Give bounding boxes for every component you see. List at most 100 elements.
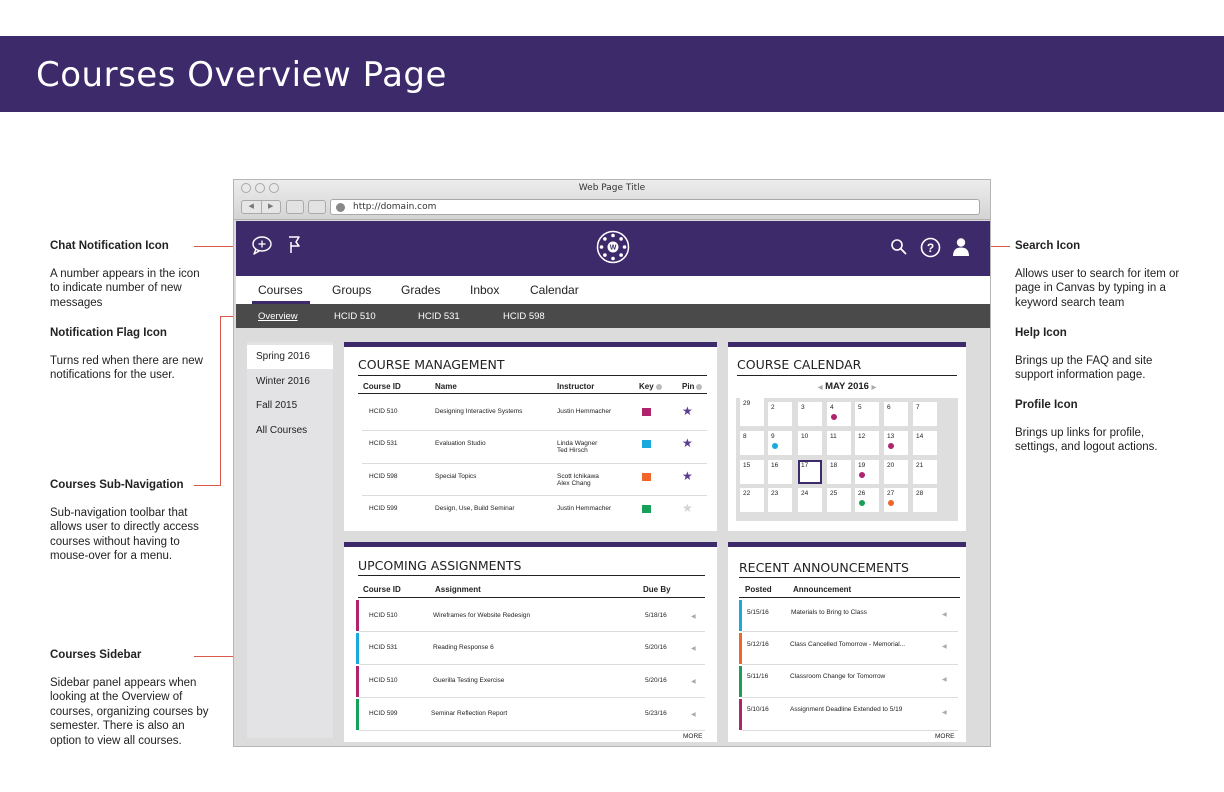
calendar-day[interactable]: 13: [884, 431, 908, 455]
subnav-hcid-598[interactable]: HCID 598: [503, 311, 545, 322]
calendar-day[interactable]: 27: [884, 488, 908, 512]
assignments-more-link[interactable]: MORE: [683, 733, 703, 740]
calendar-event-dot[interactable]: [831, 414, 837, 420]
calendar-day[interactable]: 10: [798, 431, 822, 455]
an-row3-text[interactable]: Classroom Change for Tomorrow: [790, 673, 885, 681]
calendar-day[interactable]: 23: [768, 488, 792, 512]
calendar-day[interactable]: 29: [740, 398, 764, 422]
caret-left-icon[interactable]: ◀: [942, 676, 947, 683]
assignment-row2-color-bar: [356, 633, 359, 664]
tab-inbox[interactable]: Inbox: [470, 283, 499, 297]
calendar-day-today[interactable]: 17: [798, 460, 822, 484]
calendar-day[interactable]: 21: [913, 460, 937, 484]
cm-row3-name[interactable]: Special Topics: [435, 473, 476, 481]
announcements-more-link[interactable]: MORE: [935, 733, 955, 740]
calendar-day[interactable]: 14: [913, 431, 937, 455]
help-icon[interactable]: ?: [920, 237, 941, 258]
tab-courses[interactable]: Courses: [258, 283, 303, 297]
calendar-day[interactable]: 20: [884, 460, 908, 484]
pin-star-icon[interactable]: ★: [682, 470, 693, 482]
pin-star-icon[interactable]: ★: [682, 437, 693, 449]
sidebar-item-winter-2016[interactable]: Winter 2016: [247, 370, 333, 394]
calendar-event-dot[interactable]: [859, 472, 865, 478]
pin-star-icon[interactable]: ★: [682, 405, 693, 417]
calendar-event-dot[interactable]: [888, 443, 894, 449]
calendar-day[interactable]: 7: [913, 402, 937, 426]
caret-left-icon[interactable]: ◀: [942, 611, 947, 618]
university-seal-logo[interactable]: W: [596, 230, 630, 264]
search-icon[interactable]: [890, 238, 908, 256]
back-arrow-icon[interactable]: ◀: [242, 201, 261, 213]
profile-icon[interactable]: [952, 237, 970, 257]
upcoming-assignments-title: UPCOMING ASSIGNMENTS: [358, 558, 522, 573]
pin-star-empty-icon[interactable]: ★: [682, 502, 693, 514]
calendar-day[interactable]: 24: [798, 488, 822, 512]
calendar-day-number: 16: [771, 462, 779, 469]
chat-bubble-icon[interactable]: [251, 235, 273, 255]
calendar-day-number: 27: [887, 490, 895, 497]
sidebar-item-spring-2016[interactable]: Spring 2016: [247, 345, 333, 369]
assignment-row4-color-bar: [356, 699, 359, 730]
an-row1-text[interactable]: Materials to Bring to Class: [791, 609, 867, 617]
subnav-hcid-510[interactable]: HCID 510: [334, 311, 376, 322]
calendar-day[interactable]: 16: [768, 460, 792, 484]
calendar-day[interactable]: 5: [855, 402, 879, 426]
calendar-day[interactable]: 9: [768, 431, 792, 455]
forward-arrow-icon[interactable]: ▶: [260, 201, 281, 213]
calendar-day[interactable]: 4: [827, 402, 851, 426]
as-row2-name[interactable]: Reading Response 6: [433, 644, 494, 652]
header-rule: [739, 597, 960, 598]
calendar-day[interactable]: 18: [827, 460, 851, 484]
prev-month-icon[interactable]: ◀: [818, 385, 823, 391]
caret-left-icon[interactable]: ◀: [942, 709, 947, 716]
calendar-day[interactable]: 26: [855, 488, 879, 512]
flag-icon[interactable]: [286, 235, 302, 255]
as-row4-name[interactable]: Seminar Reflection Report: [431, 710, 507, 718]
cm-row1-name[interactable]: Designing Interactive Systems: [435, 408, 522, 416]
subnav-overview[interactable]: Overview: [258, 311, 298, 322]
tab-groups[interactable]: Groups: [332, 283, 371, 297]
next-month-icon[interactable]: ▶: [872, 385, 877, 391]
calendar-day[interactable]: 6: [884, 402, 908, 426]
sidebar-item-all-courses[interactable]: All Courses: [247, 419, 333, 443]
calendar-month: MAY 2016: [825, 381, 869, 392]
browser-tool-button[interactable]: [286, 200, 304, 214]
calendar-event-dot[interactable]: [859, 500, 865, 506]
url-bar[interactable]: http://domain.com: [330, 199, 980, 215]
sidebar-item-fall-2015[interactable]: Fall 2015: [247, 394, 333, 418]
cm-row2-key: [642, 440, 651, 448]
row-divider: [742, 730, 958, 731]
subnav-hcid-531[interactable]: HCID 531: [418, 311, 460, 322]
calendar-event-dot[interactable]: [888, 500, 894, 506]
caret-left-icon[interactable]: ◀: [691, 711, 696, 718]
as-row3-name[interactable]: Guerilla Testing Exercise: [433, 677, 504, 685]
caret-left-icon[interactable]: ◀: [691, 613, 696, 620]
info-icon[interactable]: [696, 383, 703, 390]
row-divider: [359, 730, 705, 731]
browser-tool-button-2[interactable]: [308, 200, 326, 214]
calendar-day[interactable]: 12: [855, 431, 879, 455]
cm-row2-name[interactable]: Evaluation Studio: [435, 440, 486, 448]
calendar-day[interactable]: 22: [740, 488, 764, 512]
calendar-day[interactable]: 19: [855, 460, 879, 484]
caret-left-icon[interactable]: ◀: [691, 678, 696, 685]
calendar-day[interactable]: 8: [740, 431, 764, 455]
calendar-event-dot[interactable]: [772, 443, 778, 449]
calendar-day[interactable]: 11: [827, 431, 851, 455]
calendar-day[interactable]: 25: [827, 488, 851, 512]
cm-row4-name[interactable]: Design, Use, Build Seminar: [435, 505, 514, 513]
caret-left-icon[interactable]: ◀: [691, 645, 696, 652]
info-icon[interactable]: [655, 383, 662, 390]
calendar-day[interactable]: 28: [913, 488, 937, 512]
title-rule: [737, 375, 957, 376]
tab-grades[interactable]: Grades: [401, 283, 440, 297]
an-row2-text[interactable]: Class Cancelled Tomorrow - Memorial...: [790, 641, 905, 649]
tab-calendar[interactable]: Calendar: [530, 283, 579, 297]
caret-left-icon[interactable]: ◀: [942, 643, 947, 650]
annotation-search: Search Icon Allows user to search for it…: [1015, 239, 1185, 310]
calendar-day[interactable]: 3: [798, 402, 822, 426]
calendar-day[interactable]: 2: [768, 402, 792, 426]
calendar-day[interactable]: 15: [740, 460, 764, 484]
an-row4-text[interactable]: Assignment Deadline Extended to 5/19: [790, 706, 902, 714]
as-row1-name[interactable]: Wireframes for Website Redesign: [433, 612, 530, 620]
